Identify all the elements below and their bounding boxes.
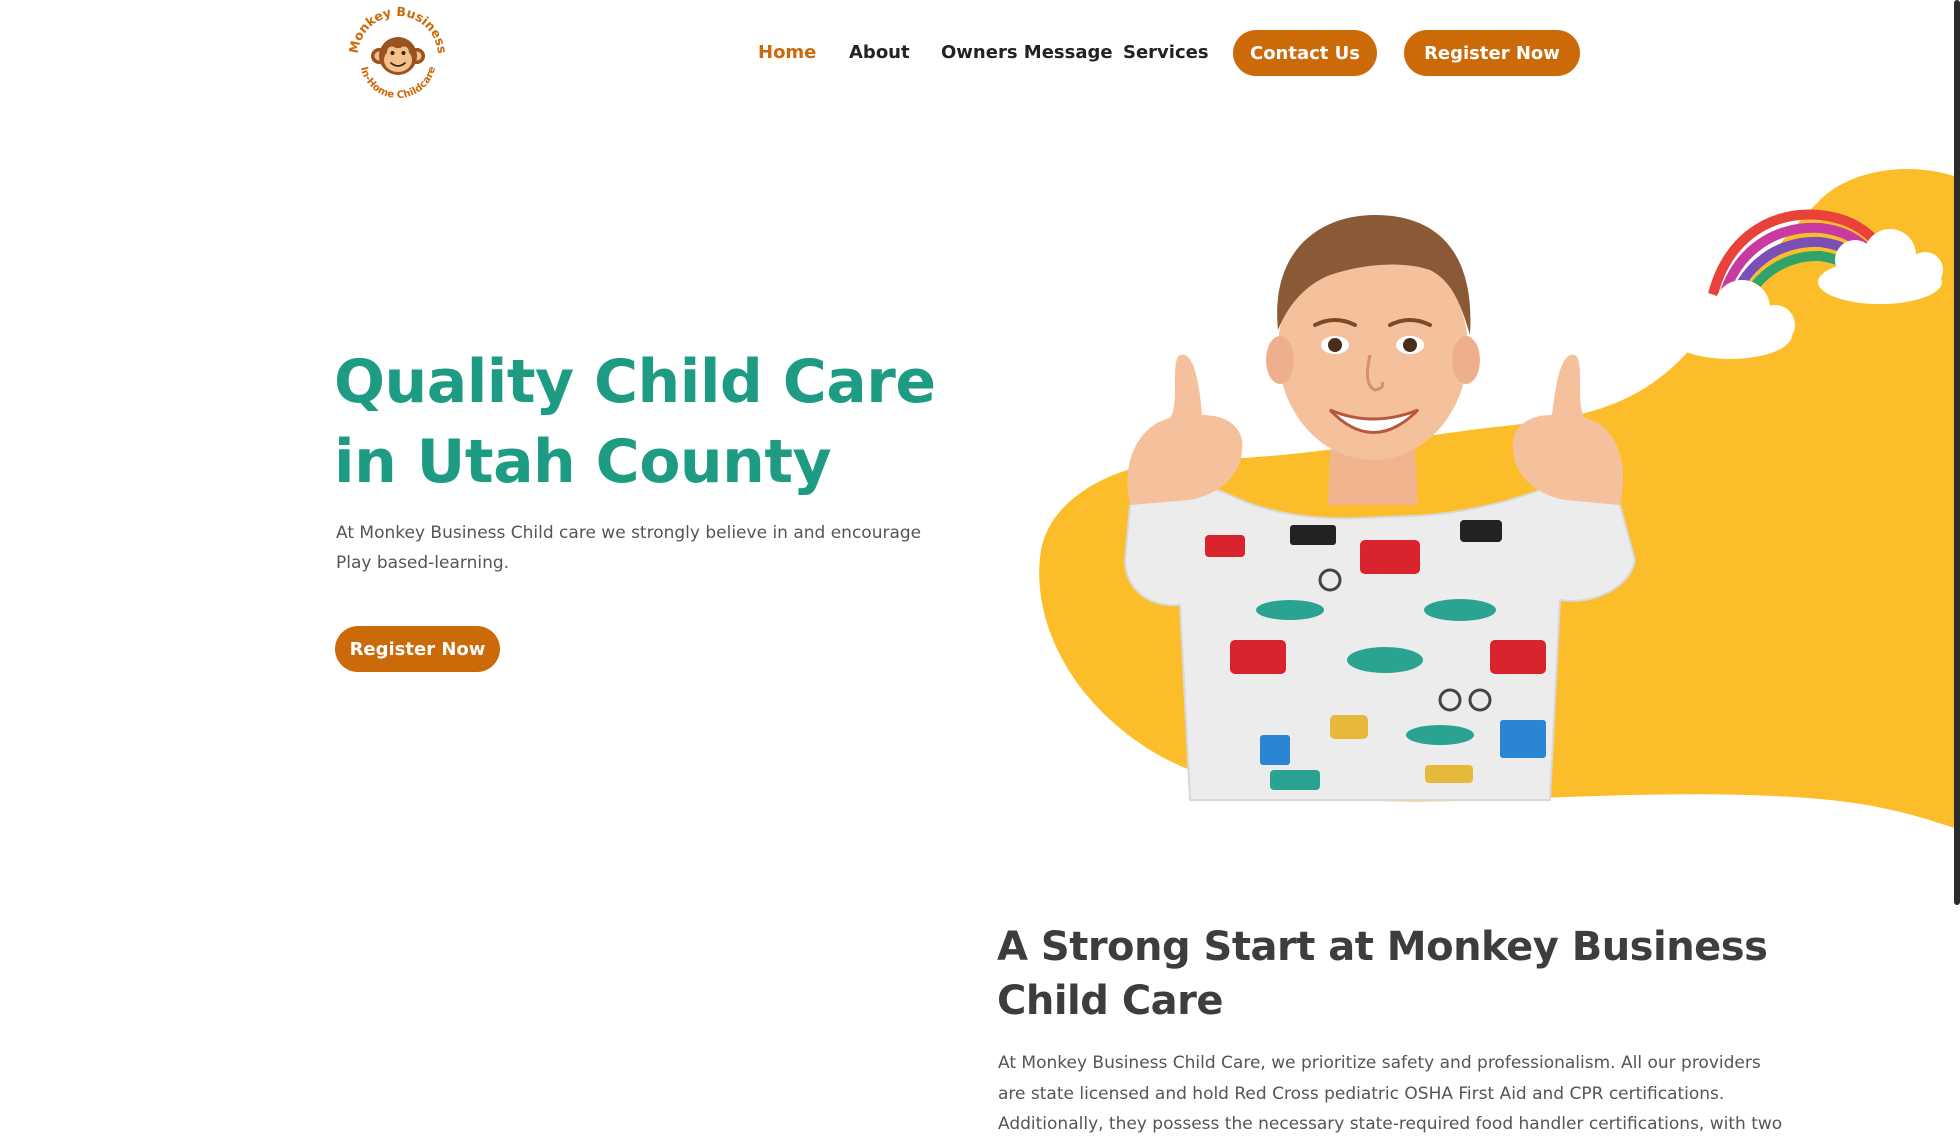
hero-title-line1: Quality Child Care [334, 347, 936, 417]
nav-link-about[interactable]: About [849, 42, 910, 63]
section-description: At Monkey Business Child Care, we priori… [998, 1053, 1783, 1147]
boy-thumbs-up-illustration [1039, 169, 1960, 830]
register-now-hero-button[interactable]: Register Now [335, 626, 500, 672]
register-now-nav-button[interactable]: Register Now [1404, 30, 1580, 76]
hero-image [1030, 160, 1960, 840]
hero-description: At Monkey Business Child care we strongl… [336, 523, 922, 573]
main-nav: Home About Owners Message Services Conta… [0, 30, 1960, 76]
hero-title: Quality Child Care in Utah County [334, 342, 974, 502]
nav-link-services[interactable]: Services [1123, 42, 1209, 63]
section-title: A Strong Start at Monkey Business Child … [997, 924, 1768, 1024]
thumbs-up-left-icon [1127, 354, 1243, 505]
nav-link-home[interactable]: Home [758, 42, 816, 63]
hero-title-line2: in Utah County [334, 427, 832, 497]
nav-link-owners-message[interactable]: Owners Message [941, 42, 1113, 63]
contact-us-button[interactable]: Contact Us [1233, 30, 1377, 76]
page-scrollbar[interactable] [1954, 0, 1960, 905]
